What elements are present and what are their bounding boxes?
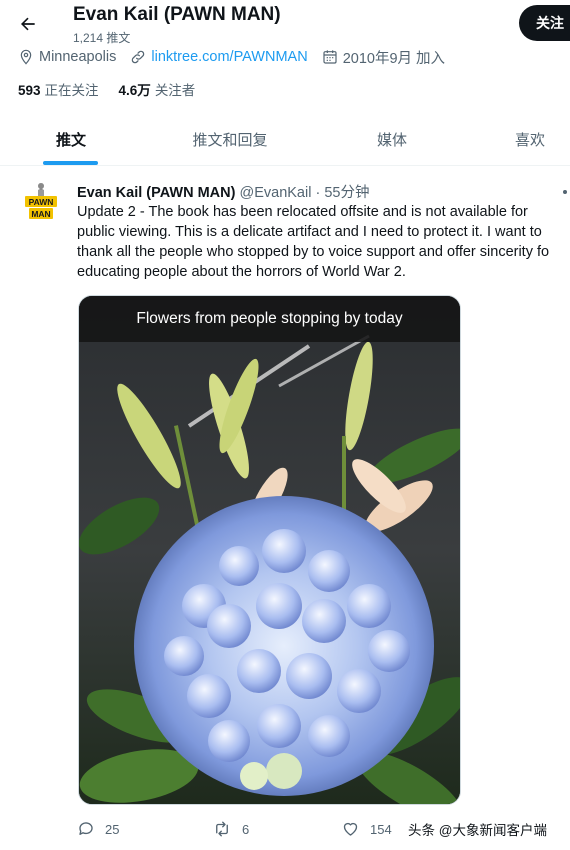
retweet-count: 6 [242,821,250,837]
tab-media[interactable]: 媒体 [362,112,422,166]
following-label: 正在关注 [44,83,99,98]
tweet[interactable]: PAWN MAN Evan Kail (PAWN MAN) @EvanKail … [0,167,570,850]
image-caption: Flowers from people stopping by today [79,296,460,342]
profile-stats: 593 正在关注 4.6万 关注者 [18,79,215,99]
reply-count: 25 [105,821,120,837]
like-button[interactable]: 154 [341,817,392,841]
profile-meta: Minneapolis linktree.com/PAWNMAN 2010年9月… [18,47,459,67]
calendar-icon [323,50,337,64]
flowers-photo [79,296,460,804]
pawn-man-logo: PAWN MAN [25,183,57,219]
profile-name: Evan Kail (PAWN MAN) [73,4,281,25]
following-stat[interactable]: 593 正在关注 [18,79,99,99]
source-watermark: 头条 @大象新闻客户端 [408,823,547,838]
website-item[interactable]: linktree.com/PAWNMAN [130,49,308,65]
retweet-button[interactable]: 6 [212,817,249,841]
follow-button[interactable]: 关注 [519,5,570,41]
avatar[interactable]: PAWN MAN [21,181,61,223]
svg-text:PAWN: PAWN [29,197,54,207]
tweet-separator: · [315,185,321,201]
location-text: Minneapolis [39,49,117,65]
tweet-header: Evan Kail (PAWN MAN) @EvanKail · 55分钟 [77,181,369,202]
tweet-handle[interactable]: @EvanKail [239,185,311,201]
tab-tweets-replies[interactable]: 推文和回复 [180,112,280,166]
link-icon [132,50,145,64]
tab-tweets[interactable]: 推文 [40,112,102,166]
heart-icon [343,822,358,836]
tweet-image[interactable]: Flowers from people stopping by today [78,295,461,805]
location-item: Minneapolis [18,49,116,65]
back-button[interactable] [14,10,42,38]
like-count: 154 [370,821,392,837]
tweet-text: Update 2 - The book has been relocated o… [77,204,550,280]
profile-header: Evan Kail (PAWN MAN) 1,214 推文 关注 [0,0,570,48]
location-pin-icon [20,49,32,65]
tweet-author[interactable]: Evan Kail (PAWN MAN) [77,185,235,201]
followers-count: 4.6万 [118,83,151,98]
tweet-count: 1,214 推文 [73,31,131,45]
more-options-icon[interactable] [563,190,567,194]
tweet-time[interactable]: 55分钟 [324,185,369,201]
reply-button[interactable]: 25 [77,817,119,841]
reply-icon [79,822,93,835]
active-tab-indicator [43,161,98,165]
svg-text:MAN: MAN [31,209,50,219]
tab-likes[interactable]: 喜欢 [500,112,560,166]
following-count: 593 [18,83,41,98]
profile-tabs: 推文 推文和回复 媒体 喜欢 [0,112,570,166]
followers-stat[interactable]: 4.6万 关注者 [119,79,196,99]
joined-text: 2010年9月 加入 [342,50,446,67]
retweet-icon [216,821,228,837]
followers-label: 关注者 [154,83,196,98]
arrow-left-icon [21,17,35,31]
joined-item: 2010年9月 加入 [322,47,445,68]
website-link[interactable]: linktree.com/PAWNMAN [151,49,307,65]
